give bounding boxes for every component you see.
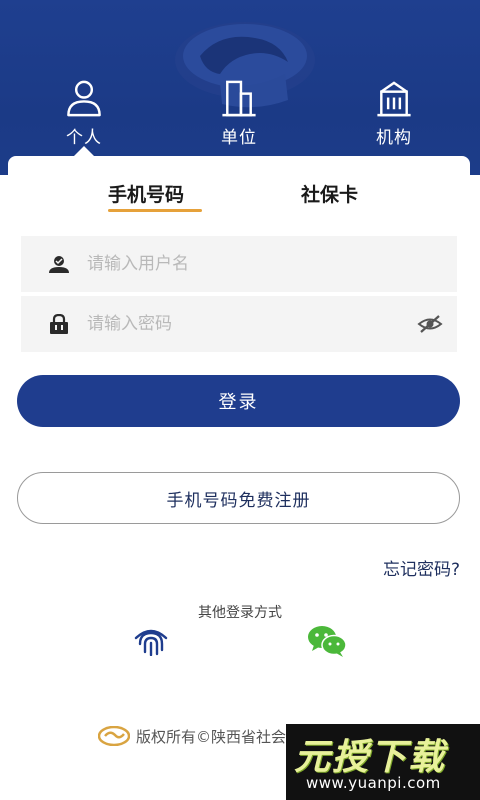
- forgot-password-link[interactable]: 忘记密码?: [383, 555, 460, 580]
- person-icon: [67, 80, 101, 117]
- tab-unit-label: 单位: [221, 128, 257, 148]
- site-watermark: 元授下载 www.yuanpi.com: [286, 724, 480, 800]
- other-login-title: 其他登录方式: [198, 605, 282, 621]
- login-button[interactable]: 登录: [17, 375, 460, 427]
- user-icon: [49, 256, 69, 273]
- watermark-url: www.yuanpi.com: [306, 774, 441, 792]
- tab-personal[interactable]: 个人: [44, 78, 124, 148]
- watermark-title: 元授下载: [294, 737, 447, 778]
- building-icon: [222, 80, 256, 117]
- tab-unit[interactable]: 单位: [199, 78, 279, 148]
- tab-institution-label: 机构: [376, 128, 412, 148]
- login-method-tabs: 手机号码 社保卡: [0, 180, 480, 216]
- si-logo: [98, 726, 130, 746]
- username-field: [21, 236, 457, 292]
- fingerprint-icon[interactable]: [132, 624, 170, 656]
- tab-personal-label: 个人: [66, 128, 102, 148]
- institution-icon: [377, 81, 411, 117]
- active-tab-underline: [108, 209, 202, 212]
- selected-tab-pointer: [74, 146, 94, 156]
- eye-off-icon[interactable]: [417, 314, 443, 334]
- register-button[interactable]: 手机号码免费注册: [17, 472, 460, 524]
- username-input[interactable]: [87, 236, 417, 292]
- tab-phone-number[interactable]: 手机号码: [108, 180, 184, 207]
- password-input[interactable]: [87, 296, 417, 352]
- tab-social-security-card[interactable]: 社保卡: [301, 180, 358, 207]
- tab-institution[interactable]: 机构: [354, 78, 434, 148]
- password-field: [21, 296, 457, 352]
- wechat-icon[interactable]: [306, 624, 348, 658]
- lock-icon: [50, 314, 68, 334]
